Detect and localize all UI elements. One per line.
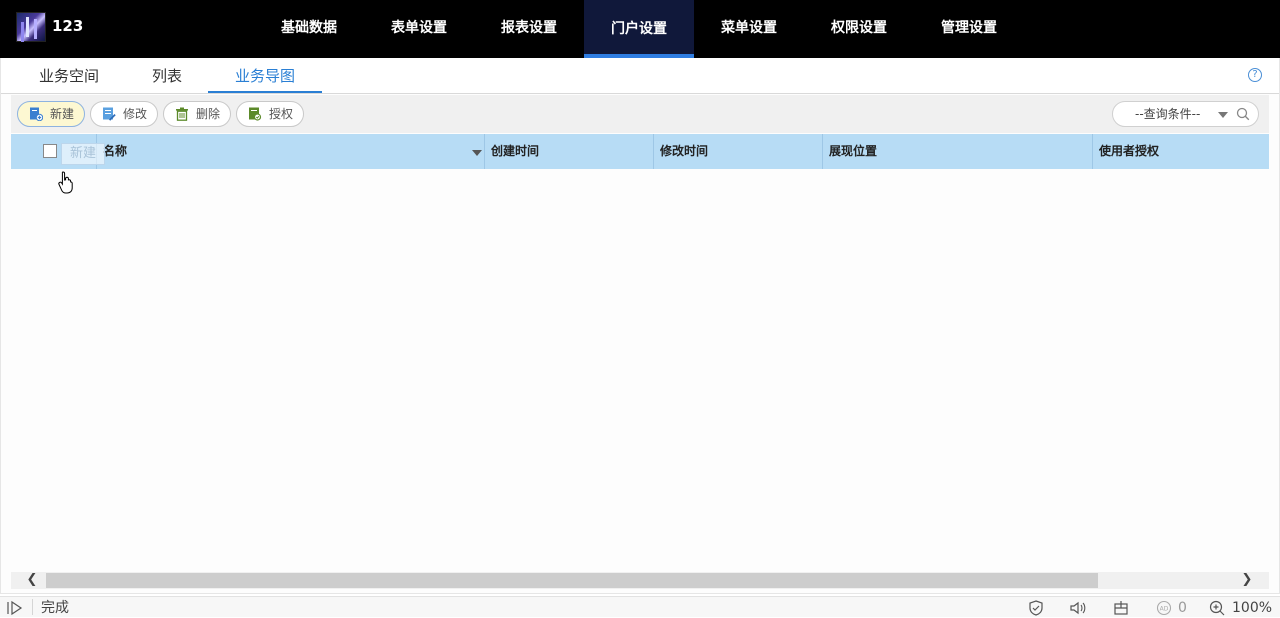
tab-business-map[interactable]: 业务导图 [208,65,322,93]
nav-item-menu-settings[interactable]: 菜单设置 [694,0,804,58]
app-logo[interactable] [16,12,46,42]
query-condition-select[interactable]: --查询条件-- [1112,101,1259,127]
svg-text:AD: AD [1160,606,1169,613]
top-navbar: 123 基础数据 表单设置 报表设置 门户设置 菜单设置 权限设置 管理设置 [0,0,1280,58]
scrollbar-thumb[interactable] [46,573,1098,588]
column-header-display-position[interactable]: 展现位置 [822,134,1092,169]
edit-icon [103,107,116,121]
grant-button-label: 授权 [269,107,294,121]
nav-item-report-settings[interactable]: 报表设置 [474,0,584,58]
nav-item-permission-settings[interactable]: 权限设置 [804,0,914,58]
nav-item-basic-data[interactable]: 基础数据 [254,0,364,58]
nav-item-admin-settings[interactable]: 管理设置 [914,0,1024,58]
tab-business-space[interactable]: 业务空间 [35,65,103,93]
grant-button[interactable]: 授权 [236,101,304,127]
horizontal-scrollbar[interactable]: ❮ ❯ [11,572,1269,589]
delete-button[interactable]: 删除 [163,101,231,127]
search-icon[interactable] [1236,107,1250,121]
select-all-checkbox[interactable] [43,144,57,158]
scroll-left-icon[interactable]: ❮ [26,573,38,586]
browser-status-bar: 完成 AD 0 100% [0,596,1280,617]
trash-icon [176,107,188,121]
ad-block-count: 0 [1178,600,1187,616]
app-name: 123 [52,17,84,35]
window-icon[interactable] [1112,600,1130,616]
column-header-created-time[interactable]: 创建时间 [484,134,653,169]
status-divider [32,599,33,615]
new-button[interactable]: 新建 [17,101,85,127]
scroll-right-icon[interactable]: ❯ [1241,573,1253,586]
sub-tabs: 业务空间 列表 业务导图 ? [1,58,1279,94]
tab-list[interactable]: 列表 [149,65,185,93]
toolbar: 新建 修改 删除 授权 --查询条件-- [11,95,1269,133]
chevron-down-icon[interactable] [1218,112,1228,118]
ad-block-icon[interactable]: AD [1155,600,1173,616]
zoom-level[interactable]: 100% [1232,600,1272,618]
status-text: 完成 [41,600,69,616]
nav-item-portal-settings[interactable]: 门户设置 [584,0,694,58]
zoom-icon[interactable] [1208,600,1226,616]
grant-icon [249,107,262,121]
column-header-modified-time[interactable]: 修改时间 [653,134,822,169]
shield-icon[interactable] [1027,600,1045,616]
delete-button-label: 删除 [196,107,221,121]
query-condition-value: --查询条件-- [1135,107,1201,121]
new-button-label: 新建 [50,107,75,121]
speaker-icon[interactable] [1069,600,1087,616]
main-nav: 基础数据 表单设置 报表设置 门户设置 菜单设置 权限设置 管理设置 [254,0,1024,58]
sort-caret-icon[interactable] [472,150,482,156]
edit-button[interactable]: 修改 [90,101,158,127]
main-panel: 业务空间 列表 业务导图 ? 新建 修改 删除 授权 --查询条件-- 名称 创… [0,58,1280,594]
column-header-name[interactable]: 名称 [96,134,486,169]
drag-ghost-label: 新建 [61,143,105,165]
edit-button-label: 修改 [123,107,148,121]
hand-cursor-icon [58,171,73,194]
nav-item-form-settings[interactable]: 表单设置 [364,0,474,58]
new-doc-icon [30,107,43,121]
help-icon[interactable]: ? [1248,68,1262,82]
sidebar-toggle-icon[interactable] [6,600,24,616]
grid-header: 名称 创建时间 修改时间 展现位置 使用者授权 [11,134,1269,169]
column-header-user-authorization[interactable]: 使用者授权 [1092,134,1269,169]
